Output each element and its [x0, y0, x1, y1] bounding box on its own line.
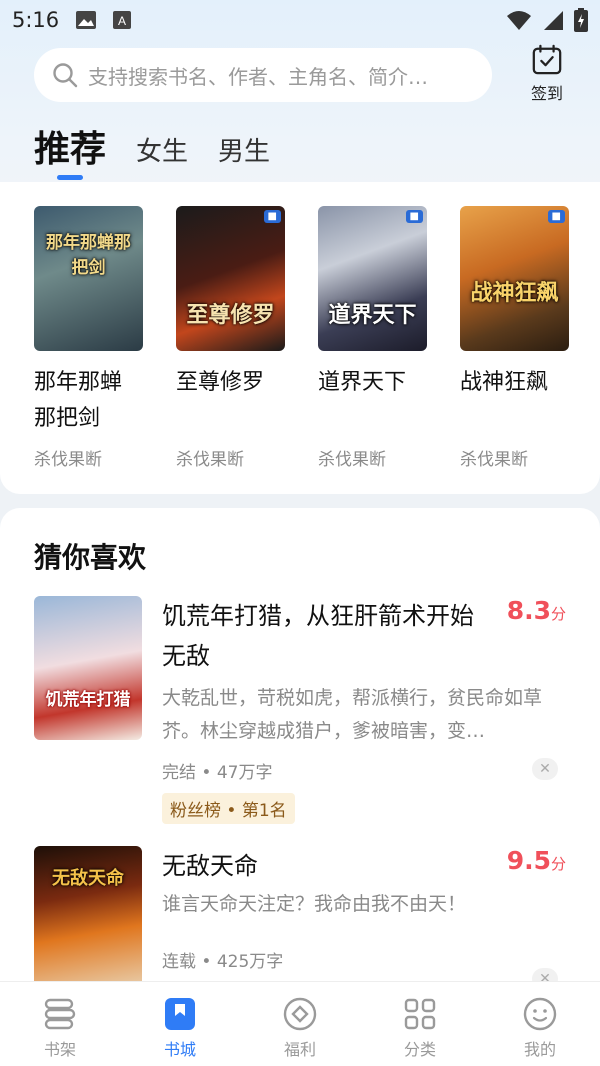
- score-value: 9.5: [506, 846, 551, 875]
- list-item-body: 饥荒年打猎，从狂肝箭术开始无敌 8.3分 大乾乱世，苛税如虎，帮派横行，贫民命如…: [162, 596, 566, 824]
- category-tabs: 推荐 女生 男生: [34, 122, 300, 182]
- cover-badge: ■: [405, 210, 423, 223]
- book-item[interactable]: ■ 道界天下 道界天下 杀伐果断: [318, 206, 427, 470]
- list-item-body: 无敌天命 9.5分 谁言天命天注定？我命由我不由天！ 连载 • 425万字 ✕: [162, 846, 566, 990]
- score-unit: 分: [550, 855, 566, 873]
- nav-profile[interactable]: 我的: [480, 982, 600, 1066]
- nav-welfare[interactable]: 福利: [240, 982, 360, 1066]
- cover-title: 战神狂飙: [470, 280, 559, 306]
- cover-title: 无敌天命: [52, 868, 124, 889]
- book-author: 杀伐果断: [34, 450, 102, 470]
- score-value: 8.3: [506, 596, 551, 625]
- bookstore-icon: [165, 998, 195, 1030]
- cover-title: 道界天下: [328, 302, 417, 328]
- book-title: 战神狂飙: [460, 365, 569, 401]
- wifi-icon: [507, 11, 531, 30]
- score-badge: 8.3分: [507, 596, 566, 625]
- category-icon: [404, 998, 436, 1030]
- book-item[interactable]: ■ 战神狂飙 战神狂飙 杀伐果断: [460, 206, 569, 470]
- cover-badge: ■: [263, 210, 281, 223]
- search-placeholder: 支持搜索书名、作者、主角名、简介…: [88, 64, 428, 89]
- book-cover[interactable]: ■ 至尊修罗: [176, 206, 285, 351]
- book-title-line1: 战神狂飙: [460, 370, 549, 395]
- tab-male[interactable]: 男生: [218, 131, 270, 182]
- book-cover[interactable]: 那年那蝉那把剑: [34, 206, 143, 351]
- cover-badge: ■: [547, 210, 565, 223]
- cover-title: 那年那蝉那把剑: [46, 233, 131, 278]
- nav-label: 我的: [523, 1040, 556, 1059]
- score-unit: 分: [550, 605, 566, 623]
- calendar-check-icon: [532, 44, 562, 75]
- checkin-label: 签到: [530, 84, 563, 103]
- book-meta: 完结 • 47万字: [162, 763, 273, 783]
- signal-icon: [544, 11, 563, 30]
- dismiss-button[interactable]: ✕: [532, 758, 558, 780]
- score-badge: 9.5分: [507, 846, 566, 875]
- nav-label: 福利: [283, 1040, 316, 1059]
- status-time: 5:16: [12, 8, 60, 32]
- book-title-line2: 那把剑: [34, 406, 101, 431]
- app-notification-icon: A: [113, 11, 132, 29]
- recommend-book-row: 那年那蝉那把剑 那年那蝉 那把剑 杀伐果断 ■ 至尊修罗 至尊修罗 杀伐果断 ■…: [34, 206, 569, 470]
- book-item[interactable]: 那年那蝉那把剑 那年那蝉 那把剑 杀伐果断: [34, 206, 143, 470]
- search-icon: [53, 63, 78, 88]
- section-title: 猜你喜欢: [34, 541, 147, 574]
- book-cover[interactable]: ■ 战神狂飙: [460, 206, 569, 351]
- recommend-card: 那年那蝉那把剑 那年那蝉 那把剑 杀伐果断 ■ 至尊修罗 至尊修罗 杀伐果断 ■…: [0, 182, 600, 494]
- book-cover[interactable]: 饥荒年打猎: [34, 596, 142, 740]
- nav-label: 书架: [43, 1040, 76, 1059]
- checkin-button[interactable]: 签到: [518, 44, 576, 104]
- guess-card: 猜你喜欢 饥荒年打猎 饥荒年打猎，从狂肝箭术开始无敌 8.3分 大乾乱世，苛税如…: [0, 508, 600, 1008]
- book-cover[interactable]: ■ 道界天下: [318, 206, 427, 351]
- book-title: 无敌天命: [162, 852, 258, 880]
- book-cover[interactable]: 无敌天命: [34, 846, 142, 990]
- rank-tag: 粉丝榜 • 第1名: [162, 793, 295, 824]
- battery-icon: [574, 8, 588, 32]
- book-title-line1: 至尊修罗: [176, 370, 265, 395]
- search-input[interactable]: 支持搜索书名、作者、主角名、简介…: [34, 48, 492, 102]
- book-title: 那年那蝉 那把剑: [34, 365, 143, 437]
- bookshelf-icon: [44, 998, 76, 1030]
- close-icon: ✕: [539, 761, 551, 777]
- welfare-icon: [283, 997, 317, 1031]
- book-description: 大乾乱世，苛税如虎，帮派横行，贫民命如草芥。林尘穿越成猎户，爹被暗害，变…: [162, 687, 543, 742]
- tab-female[interactable]: 女生: [136, 131, 188, 182]
- cover-title: 饥荒年打猎: [45, 690, 131, 710]
- image-notification-icon: [76, 11, 97, 29]
- book-author: 杀伐果断: [318, 450, 386, 470]
- cover-title: 至尊修罗: [186, 302, 275, 328]
- nav-label: 分类: [403, 1040, 436, 1059]
- nav-category[interactable]: 分类: [360, 982, 480, 1066]
- status-right: [506, 8, 588, 32]
- book-description: 谁言天命天注定？我命由我不由天！: [162, 893, 467, 915]
- tab-recommend[interactable]: 推荐: [34, 120, 106, 182]
- book-title-line1: 那年那蝉: [34, 370, 123, 395]
- svg-text:A: A: [118, 14, 126, 28]
- nav-label: 书城: [163, 1040, 196, 1059]
- list-item[interactable]: 饥荒年打猎 饥荒年打猎，从狂肝箭术开始无敌 8.3分 大乾乱世，苛税如虎，帮派横…: [34, 596, 574, 826]
- status-bar: 5:16 A: [0, 0, 600, 40]
- book-meta: 连载 • 425万字: [162, 952, 284, 972]
- book-author: 杀伐果断: [176, 450, 244, 470]
- nav-bookstore[interactable]: 书城: [120, 982, 240, 1066]
- bottom-nav: 书架 书城 福利 分类 我的: [0, 981, 600, 1066]
- profile-icon: [523, 997, 557, 1031]
- book-title-line1: 道界天下: [318, 370, 407, 395]
- book-title: 道界天下: [318, 365, 427, 401]
- book-title: 饥荒年打猎，从狂肝箭术开始无敌: [162, 602, 474, 670]
- book-author: 杀伐果断: [460, 450, 528, 470]
- nav-bookshelf[interactable]: 书架: [0, 982, 120, 1066]
- book-title: 至尊修罗: [176, 365, 285, 401]
- book-item[interactable]: ■ 至尊修罗 至尊修罗 杀伐果断: [176, 206, 285, 470]
